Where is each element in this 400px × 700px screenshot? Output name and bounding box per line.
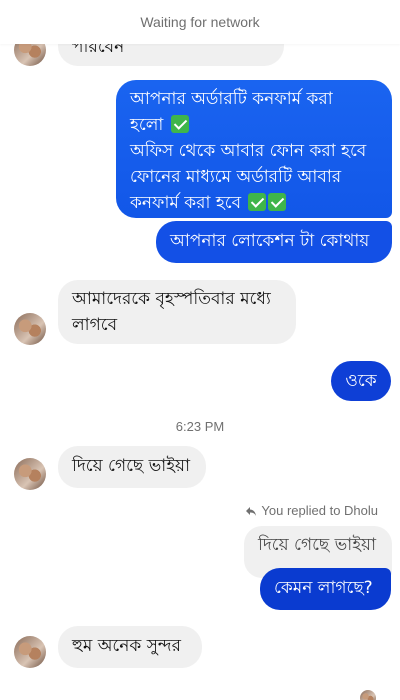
check-mark-emoji-icon [170,115,189,133]
message-text: হুম অনেক সুন্দর [72,636,181,656]
reply-indicator: You replied to Dholu [245,503,378,518]
incoming-message[interactable]: আমাদেরকে বৃহস্পতিবার মধ্যে লাগবে [58,280,296,344]
message-text: কেমন লাগছে? [274,578,373,598]
quoted-message-text: দিয়ে গেছে ভাইয়া [258,535,377,555]
read-receipt-avatar [360,690,376,700]
message-text-line: আপনার অর্ডারটি কনফার্ম করা [130,89,333,109]
outgoing-message[interactable]: ওকে [331,361,391,401]
contact-avatar[interactable] [14,458,46,490]
outgoing-message[interactable]: আপনার লোকেশন টা কোথায় [156,221,392,263]
incoming-message[interactable]: হুম অনেক সুন্দর [58,626,202,668]
message-text-line: আমাদেরকে বৃহস্পতিবার মধ্যে [72,289,271,309]
message-text-line: হলো [130,115,164,135]
contact-avatar[interactable] [14,636,46,668]
check-mark-emoji-icon [268,193,287,211]
reply-indicator-text: You replied to Dholu [261,503,378,518]
message-text: আপনার লোকেশন টা কোথায় [170,231,370,251]
network-status-bar: Waiting for network [0,0,400,44]
network-status-text: Waiting for network [140,14,260,30]
message-text-line: কনফার্ম করা হবে [130,193,242,213]
message-timestamp: 6:23 PM [175,419,225,434]
outgoing-message[interactable]: কেমন লাগছে? [260,568,391,610]
message-text: ওকে [345,371,377,391]
outgoing-message[interactable]: আপনার অর্ডারটি কনফার্ম করা হলো অফিস থেকে… [116,80,392,218]
message-text-line: লাগবে [72,315,118,335]
reply-arrow-icon [246,506,257,516]
contact-avatar[interactable] [14,313,46,345]
message-text-line: ফোনের মাধ্যমে অর্ডারটি আবার [130,167,342,187]
check-mark-emoji-icon [248,193,267,211]
incoming-message[interactable]: দিয়ে গেছে ভাইয়া [58,446,206,488]
message-text: দিয়ে গেছে ভাইয়া [72,456,191,476]
message-text-line: অফিস থেকে আবার ফোন করা হবে [130,141,367,161]
